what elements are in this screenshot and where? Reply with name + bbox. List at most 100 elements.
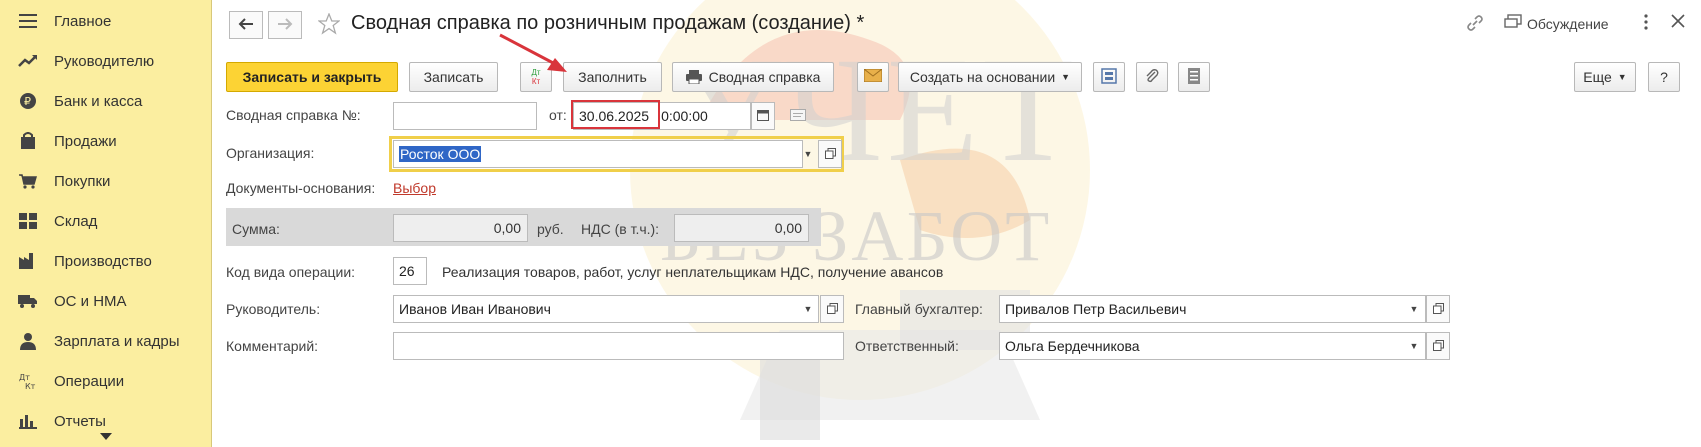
- time-value: 0:00:00: [661, 108, 708, 124]
- calendar-button[interactable]: [751, 102, 775, 130]
- paperclip-icon: [1144, 68, 1160, 87]
- save-and-close-button[interactable]: Записать и закрыть: [226, 62, 398, 92]
- link-icon: [1466, 14, 1484, 35]
- dropdown-caret-icon: ▼: [1617, 72, 1627, 82]
- vat-label: НДС (в т.ч.):: [581, 221, 660, 237]
- svg-text:₽: ₽: [24, 95, 31, 108]
- open-window-icon: [1432, 301, 1444, 317]
- organization-dropdown-button[interactable]: ▼: [797, 140, 819, 168]
- cart-icon: [17, 171, 39, 191]
- sidebar-item-operations[interactable]: Дт Кт Операции: [0, 363, 211, 399]
- responsible-label: Ответственный:: [855, 338, 959, 354]
- page-title: Сводная справка по розничным продажам (с…: [351, 12, 865, 34]
- sidebar-item-label: Продажи: [54, 132, 117, 150]
- print-summary-label: Сводная справка: [708, 69, 821, 85]
- dropdown-caret-icon: ▼: [1061, 72, 1071, 82]
- operation-code-label: Код вида операции:: [226, 264, 356, 280]
- print-summary-button[interactable]: Сводная справка: [672, 62, 834, 92]
- responsible-open-button[interactable]: [1426, 332, 1450, 360]
- ruble-coin-icon: ₽: [17, 91, 39, 111]
- chat-icon: [1504, 14, 1522, 33]
- create-based-on-label: Создать на основании: [909, 69, 1056, 85]
- svg-text:Кт: Кт: [25, 382, 36, 390]
- date-highlight-box: [571, 100, 660, 129]
- more-button[interactable]: Еще ▼: [1574, 62, 1636, 92]
- chief-accountant-open-button[interactable]: [1426, 295, 1450, 323]
- sidebar-item-purchases[interactable]: Покупки: [0, 163, 211, 199]
- email-button[interactable]: [857, 62, 889, 92]
- arrow-left-icon: [238, 17, 254, 33]
- favorite-star-icon[interactable]: [317, 12, 341, 38]
- responsible-input[interactable]: Ольга Бердечникова: [999, 332, 1426, 360]
- report-button[interactable]: [1178, 62, 1210, 92]
- structure-button[interactable]: [1093, 62, 1125, 92]
- sidebar-item-main[interactable]: Главное: [0, 3, 211, 39]
- doc-number-input[interactable]: [393, 102, 537, 130]
- comment-label: Комментарий:: [226, 338, 319, 354]
- sidebar-item-label: Руководителю: [54, 52, 155, 70]
- sidebar-item-sales[interactable]: Продажи: [0, 123, 211, 159]
- close-button[interactable]: [1671, 14, 1685, 31]
- comment-bubble-icon: [790, 108, 806, 124]
- sidebar-scroll-down-button[interactable]: [96, 428, 116, 442]
- sidebar-item-production[interactable]: Производство: [0, 243, 211, 279]
- base-documents-select-link[interactable]: Выбор: [393, 180, 436, 196]
- organization-open-button[interactable]: [818, 140, 842, 168]
- close-icon: [1671, 14, 1685, 31]
- calendar-icon: [757, 108, 769, 124]
- more-actions-button[interactable]: [1643, 14, 1649, 33]
- chief-accountant-dropdown-button[interactable]: ▼: [1403, 295, 1425, 323]
- chevron-down-icon: ▼: [803, 149, 813, 159]
- organization-value: Росток ООО: [399, 146, 482, 162]
- open-window-icon: [826, 301, 838, 317]
- back-button[interactable]: [229, 11, 263, 39]
- date-from-label: от:: [549, 107, 567, 123]
- comment-input[interactable]: [393, 332, 844, 360]
- manager-input[interactable]: Иванов Иван Иванович: [393, 295, 819, 323]
- factory-icon: [17, 251, 39, 271]
- organization-label: Организация:: [226, 145, 315, 161]
- warehouse-icon: [17, 211, 39, 231]
- responsible-dropdown-button[interactable]: ▼: [1403, 332, 1425, 360]
- svg-text:Дт: Дт: [19, 373, 30, 382]
- fill-button[interactable]: Заполнить: [563, 62, 662, 92]
- arrow-right-icon: [277, 17, 293, 33]
- chevron-down-icon: ▼: [803, 304, 813, 314]
- more-label: Еще: [1583, 69, 1612, 85]
- printer-icon: [685, 70, 702, 84]
- attachments-button[interactable]: [1136, 62, 1168, 92]
- sidebar-item-label: Главное: [54, 12, 112, 30]
- create-based-on-button[interactable]: Создать на основании ▼: [898, 62, 1082, 92]
- sidebar-item-assets[interactable]: ОС и НМА: [0, 283, 211, 319]
- save-button[interactable]: Записать: [409, 62, 498, 92]
- sidebar-item-label: Банк и касса: [54, 92, 143, 110]
- help-button[interactable]: ?: [1648, 62, 1680, 92]
- sidebar-item-label: Склад: [54, 212, 98, 230]
- bar-chart-icon: [17, 411, 39, 431]
- vertical-dots-icon: [1643, 14, 1649, 33]
- manager-dropdown-button[interactable]: ▼: [797, 295, 819, 323]
- open-window-icon: [824, 146, 836, 162]
- sidebar-item-warehouse[interactable]: Склад: [0, 203, 211, 239]
- sum-label: Сумма:: [232, 221, 280, 237]
- forward-button[interactable]: [268, 11, 302, 39]
- discussion-button[interactable]: Обсуждение: [1504, 14, 1609, 33]
- sidebar-item-bank[interactable]: ₽ Банк и касса: [0, 83, 211, 119]
- document-list-icon: [1188, 67, 1200, 87]
- sidebar-item-payroll[interactable]: Зарплата и кадры: [0, 323, 211, 359]
- link-button[interactable]: [1466, 14, 1484, 35]
- chief-accountant-input[interactable]: Привалов Петр Васильевич: [999, 295, 1426, 323]
- chevron-down-icon: ▼: [1409, 304, 1419, 314]
- sidebar: Главное Руководителю ₽ Банк и касса Прод…: [0, 0, 212, 447]
- vat-field: 0,00: [674, 214, 809, 242]
- sidebar-item-manager[interactable]: Руководителю: [0, 43, 211, 79]
- annotation-arrow-icon: [499, 33, 567, 72]
- sidebar-item-label: ОС и НМА: [54, 292, 127, 310]
- organization-input[interactable]: Росток ООО: [393, 140, 803, 168]
- shopping-bag-icon: [17, 131, 39, 151]
- operation-code-input[interactable]: 26: [393, 257, 427, 285]
- person-icon: [17, 331, 39, 351]
- manager-open-button[interactable]: [820, 295, 844, 323]
- truck-icon: [17, 291, 39, 311]
- currency-label: руб.: [537, 221, 564, 237]
